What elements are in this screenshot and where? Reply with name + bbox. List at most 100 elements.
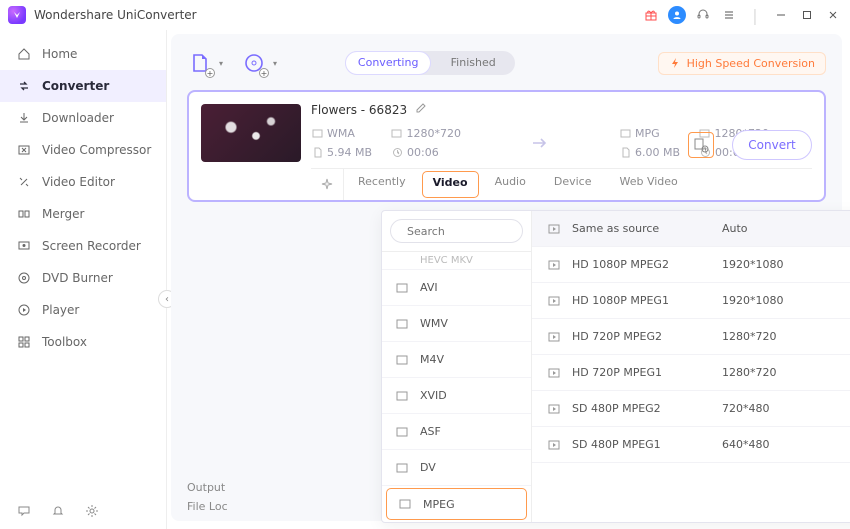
sidebar-item-recorder[interactable]: Screen Recorder	[0, 230, 166, 262]
sidebar-item-label: Video Editor	[42, 175, 115, 189]
merger-icon	[16, 206, 32, 222]
format-icon	[394, 316, 410, 332]
dvd-icon	[16, 270, 32, 286]
high-speed-toggle[interactable]: High Speed Conversion	[658, 52, 826, 75]
format-icon	[311, 128, 323, 140]
sidebar-item-compressor[interactable]: Video Compressor	[0, 134, 166, 166]
format-panel: HEVC MKV AVI WMV M4V XVID ASF DV MPEG Same as s…	[381, 210, 850, 523]
sidebar-item-label: Player	[42, 303, 79, 317]
convert-button[interactable]: Convert	[732, 130, 812, 160]
effects-icon[interactable]	[311, 169, 344, 200]
preset-row[interactable]: SD 480P MPEG1640*480	[532, 427, 850, 463]
content-area: +▾ +▾ Converting Finished High Speed Con…	[171, 34, 842, 521]
media-title: Flowers - 66823	[311, 103, 407, 117]
format-tab-webvideo[interactable]: Web Video	[605, 169, 691, 200]
sidebar-item-dvd[interactable]: DVD Burner	[0, 262, 166, 294]
format-list: HEVC MKV AVI WMV M4V XVID ASF DV MPEG	[382, 251, 531, 522]
format-label: M4V	[420, 353, 444, 366]
preset-name: HD 1080P MPEG2	[572, 258, 712, 271]
sidebar-item-player[interactable]: Player	[0, 294, 166, 326]
preset-name: HD 720P MPEG1	[572, 366, 712, 379]
sidebar-item-label: Home	[42, 47, 77, 61]
format-search[interactable]	[390, 219, 523, 243]
sidebar-item-editor[interactable]: Video Editor	[0, 166, 166, 198]
preset-name: SD 480P MPEG1	[572, 438, 712, 451]
format-icon	[394, 280, 410, 296]
format-item-avi[interactable]: AVI	[382, 270, 531, 306]
menu-icon[interactable]	[720, 6, 738, 24]
sidebar-item-home[interactable]: Home	[0, 38, 166, 70]
duration-icon	[391, 147, 403, 159]
filesize-icon	[619, 147, 631, 159]
format-item-mpeg[interactable]: MPEG	[386, 488, 527, 520]
gift-icon[interactable]	[642, 6, 660, 24]
preset-name: Same as source	[572, 222, 712, 235]
plus-badge-icon: +	[259, 68, 269, 78]
content-toolbar: +▾ +▾ Converting Finished High Speed Con…	[187, 46, 826, 80]
preset-row[interactable]: HD 1080P MPEG2 1920*1080	[532, 247, 850, 283]
media-thumbnail[interactable]	[201, 104, 301, 162]
media-card: Flowers - 66823 WMA 1280*720 5.94 MB 00:…	[187, 90, 826, 202]
tab-finished[interactable]: Finished	[431, 51, 515, 75]
preset-row[interactable]: Same as sourceAuto	[532, 211, 850, 247]
format-item-asf[interactable]: ASF	[382, 414, 531, 450]
source-info: WMA 1280*720 5.94 MB 00:06	[311, 127, 461, 159]
sidebar-item-downloader[interactable]: Downloader	[0, 102, 166, 134]
format-icon	[394, 460, 410, 476]
search-input[interactable]	[407, 225, 552, 238]
preset-row[interactable]: SD 480P MPEG2720*480	[532, 391, 850, 427]
sidebar-item-converter[interactable]: Converter	[0, 70, 166, 102]
preset-row[interactable]: HD 720P MPEG21280*720	[532, 319, 850, 355]
format-item-dv[interactable]: DV	[382, 450, 531, 486]
divider: |	[746, 6, 764, 24]
play-icon	[546, 257, 562, 273]
format-item-m4v[interactable]: M4V	[382, 342, 531, 378]
play-icon	[546, 221, 562, 237]
avatar-icon[interactable]	[668, 6, 686, 24]
download-icon	[16, 110, 32, 126]
format-label: ASF	[420, 425, 441, 438]
output-label: Output	[187, 481, 225, 494]
sidebar-item-label: Video Compressor	[42, 143, 151, 157]
feedback-icon[interactable]	[16, 503, 32, 519]
sidebar-item-merger[interactable]: Merger	[0, 198, 166, 230]
format-tab-device[interactable]: Device	[540, 169, 606, 200]
format-item-xvid[interactable]: XVID	[382, 378, 531, 414]
format-icon	[394, 424, 410, 440]
minimize-icon[interactable]	[772, 6, 790, 24]
format-label: MPEG	[423, 498, 455, 511]
close-icon[interactable]	[824, 6, 842, 24]
preset-row[interactable]: HD 1080P MPEG11920*1080	[532, 283, 850, 319]
chevron-down-icon: ▾	[219, 59, 223, 68]
arrow-right-icon	[529, 132, 551, 154]
sidebar-item-label: Converter	[42, 79, 109, 93]
sidebar-item-label: DVD Burner	[42, 271, 113, 285]
format-label: AVI	[420, 281, 438, 294]
format-tab-audio[interactable]: Audio	[481, 169, 540, 200]
rename-icon[interactable]	[415, 102, 427, 117]
support-icon[interactable]	[694, 6, 712, 24]
maximize-icon[interactable]	[798, 6, 816, 24]
format-icon	[394, 352, 410, 368]
preset-res: 1920*1080	[722, 258, 822, 271]
chevron-down-icon: ▾	[273, 59, 277, 68]
preset-name: HD 720P MPEG2	[572, 330, 712, 343]
preset-name: HD 1080P MPEG1	[572, 294, 712, 307]
bell-icon[interactable]	[50, 503, 66, 519]
tab-converting[interactable]: Converting	[345, 51, 431, 75]
format-category-tabs: Recently Video Audio Device Web Video	[311, 168, 812, 200]
preset-row[interactable]: HD 720P MPEG11280*720	[532, 355, 850, 391]
format-tab-recently[interactable]: Recently	[344, 169, 420, 200]
hsc-label: High Speed Conversion	[687, 57, 815, 70]
add-file-button[interactable]: +▾	[187, 50, 213, 76]
format-tab-video[interactable]: Video	[422, 171, 479, 198]
settings-icon[interactable]	[84, 503, 100, 519]
preset-name: SD 480P MPEG2	[572, 402, 712, 415]
add-disc-button[interactable]: +▾	[241, 50, 267, 76]
editor-icon	[16, 174, 32, 190]
sidebar-item-toolbox[interactable]: Toolbox	[0, 326, 166, 358]
format-item[interactable]: HEVC MKV	[382, 252, 531, 270]
format-settings-button[interactable]	[688, 132, 714, 158]
format-label: WMV	[420, 317, 448, 330]
format-item-wmv[interactable]: WMV	[382, 306, 531, 342]
